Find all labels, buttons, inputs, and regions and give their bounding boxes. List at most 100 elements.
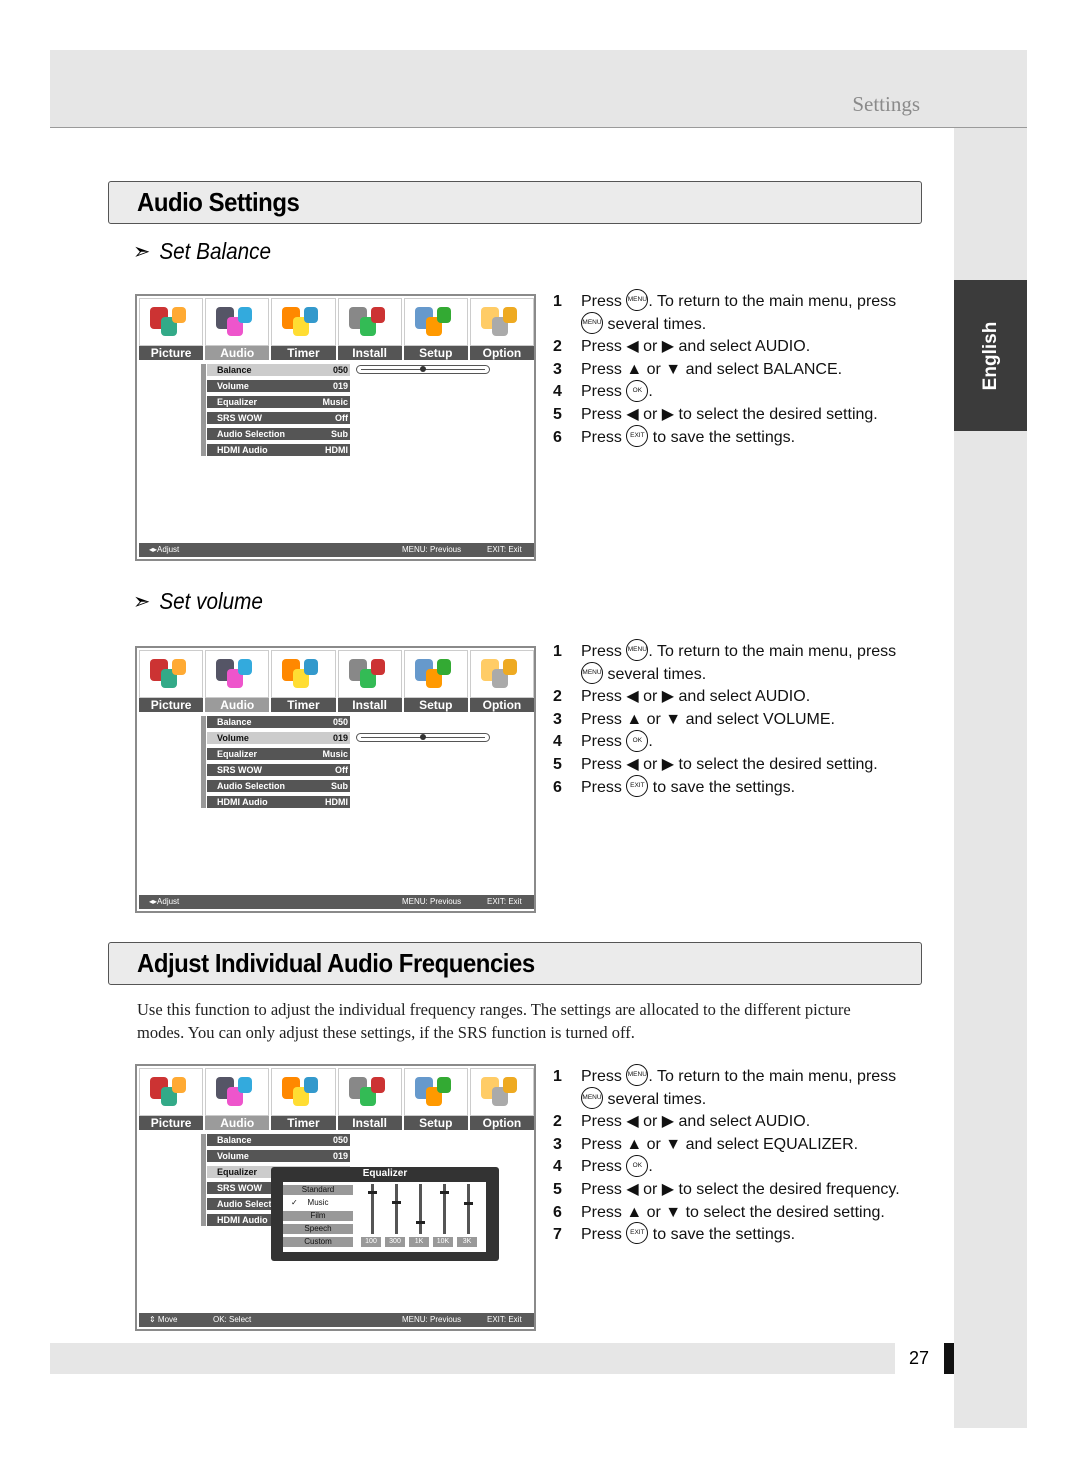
- step-text: Press: [581, 643, 627, 660]
- audio-menu-icon: [205, 298, 270, 346]
- subheading-label: Set Balance: [159, 238, 271, 264]
- equalizer-band-slider: [416, 1184, 425, 1234]
- slider-knob: [420, 734, 426, 740]
- step-text: Press ▲ or ▼ to select the desired setti…: [581, 1203, 885, 1221]
- tab-setup: Setup: [403, 346, 468, 360]
- menu-item-label: HDMI Audio: [217, 1215, 268, 1225]
- tab-timer: Timer: [271, 346, 336, 360]
- icon-shape: [502, 659, 517, 675]
- menu-item: Volume 019: [207, 380, 350, 392]
- step-number: 6: [553, 428, 562, 446]
- equalizer-preset: Standard: [283, 1185, 353, 1195]
- equalizer-preset: Custom: [283, 1237, 353, 1247]
- slider-knob: [420, 366, 426, 372]
- step-number: 6: [553, 778, 562, 796]
- equalizer-popup: Equalizer Standard Music Film Speech Custom 10…: [271, 1167, 499, 1261]
- band-label: 1K: [409, 1237, 429, 1247]
- step-text: several times.: [603, 315, 707, 333]
- step-text: Press ◀ or ▶ to select the desired setti…: [581, 405, 878, 423]
- icon-shape: [172, 307, 186, 323]
- menu-item-value: Sub: [331, 429, 348, 439]
- tab-timer: Timer: [271, 1116, 336, 1130]
- menu-item-label: Balance: [217, 717, 252, 727]
- menu-item: Audio Selection Sub: [207, 428, 350, 440]
- tab-install: Install: [337, 346, 402, 360]
- value-slider: [356, 733, 490, 742]
- tab-setup: Setup: [403, 1116, 468, 1130]
- tab-picture: Picture: [139, 1116, 204, 1130]
- menu-item: Balance 050: [207, 364, 350, 376]
- language-tab: English: [954, 280, 1027, 431]
- instruction-step: MENU several times.: [553, 1086, 900, 1112]
- menu-button-icon: MENU: [581, 661, 603, 684]
- tab-picture: Picture: [139, 346, 204, 360]
- footer-hint: EXIT: Exit: [487, 545, 522, 554]
- step-text: Press ◀ or ▶ and select AUDIO.: [581, 338, 811, 356]
- footer-hint: EXIT: Exit: [487, 897, 522, 906]
- menu-button-icon: MENU: [626, 289, 649, 312]
- menu-scrollbar: [201, 716, 206, 808]
- menu-item-label: Volume: [217, 381, 249, 391]
- instruction-step: 7 Press EXIT to save the settings.: [553, 1222, 900, 1247]
- instruction-step: 1 Press MENU. To return to the main menu,…: [553, 289, 896, 314]
- footer-hint: MENU: Previous: [402, 897, 462, 906]
- timer-menu-icon: [271, 1068, 336, 1116]
- step-text: Press: [581, 1226, 627, 1244]
- step-text: several times.: [603, 1090, 707, 1108]
- step-number: 1: [553, 293, 562, 310]
- step-text: Press ◀ or ▶ and select AUDIO.: [581, 1113, 811, 1131]
- instruction-step: MENU several times.: [553, 311, 896, 337]
- instructions-balance: 1 Press MENU. To return to the main menu,…: [553, 289, 896, 449]
- icon-shape: [370, 1077, 385, 1093]
- equalizer-preset: Speech: [283, 1224, 353, 1234]
- icon-shape: [172, 659, 186, 675]
- step-number: 5: [553, 405, 562, 423]
- band-knob: [416, 1220, 425, 1224]
- subheading-set-volume: ➣ Set volume: [133, 588, 263, 615]
- menu-item-value: 050: [332, 365, 348, 375]
- menu-item-label: SRS WOW: [217, 765, 262, 775]
- menu-scrollbar: [201, 1134, 206, 1226]
- instruction-step: 2 Press ◀ or ▶ and select AUDIO.: [553, 1111, 900, 1134]
- picture-menu-icon: [139, 298, 204, 346]
- step-text: .: [648, 733, 653, 751]
- tab-timer: Timer: [271, 698, 336, 712]
- step-text: Press: [581, 293, 627, 310]
- step-text: Press ◀ or ▶ to select the desired setti…: [581, 755, 878, 773]
- option-menu-icon: [469, 1068, 535, 1116]
- instruction-step: 5 Press ◀ or ▶ to select the desired sett…: [553, 754, 896, 777]
- ok-button-icon: OK: [626, 1154, 649, 1177]
- osd-footer-bar: ◂▸Adjust MENU: Previous EXIT: Exit: [139, 895, 534, 909]
- icon-shape: [238, 659, 253, 675]
- tab-setup: Setup: [403, 698, 468, 712]
- osd-screenshot-balance: Picture Audio Timer Install Setup Option Balan…: [135, 294, 536, 561]
- step-number: 4: [553, 1158, 562, 1176]
- instructions-equalizer: 1 Press MENU. To return to the main menu,…: [553, 1064, 900, 1247]
- page-number: 27: [909, 1348, 930, 1368]
- setup-menu-icon: [403, 1068, 468, 1116]
- step-text: Press ◀ or ▶ and select AUDIO.: [581, 688, 811, 706]
- menu-item-value: Music: [322, 397, 348, 407]
- footer-hint: MENU: Previous: [402, 1315, 462, 1324]
- menu-item-label: HDMI Audio: [217, 797, 268, 807]
- instructions-volume: 1 Press MENU. To return to the main menu,…: [553, 639, 896, 799]
- option-menu-icon: [469, 650, 535, 698]
- equalizer-band-slider: [368, 1184, 377, 1234]
- value-slider: [356, 365, 490, 374]
- equalizer-preset: Music: [283, 1198, 353, 1208]
- tab-audio: Audio: [205, 698, 270, 712]
- menu-item: Balance 050: [207, 716, 350, 728]
- step-text: .: [648, 1158, 653, 1176]
- icon-shape: [304, 659, 319, 675]
- tab-install: Install: [337, 698, 402, 712]
- setup-menu-icon: [403, 650, 468, 698]
- icon-shape: [502, 307, 517, 323]
- tab-picture: Picture: [139, 698, 204, 712]
- menu-item-value: 019: [332, 381, 348, 391]
- tab-audio: Audio: [205, 1116, 270, 1130]
- instruction-step: MENU several times.: [553, 661, 896, 687]
- equalizer-band-slider: [440, 1184, 449, 1234]
- step-number: 5: [553, 755, 562, 773]
- menu-icon-row: [139, 650, 535, 698]
- menu-item-value: Off: [335, 413, 348, 423]
